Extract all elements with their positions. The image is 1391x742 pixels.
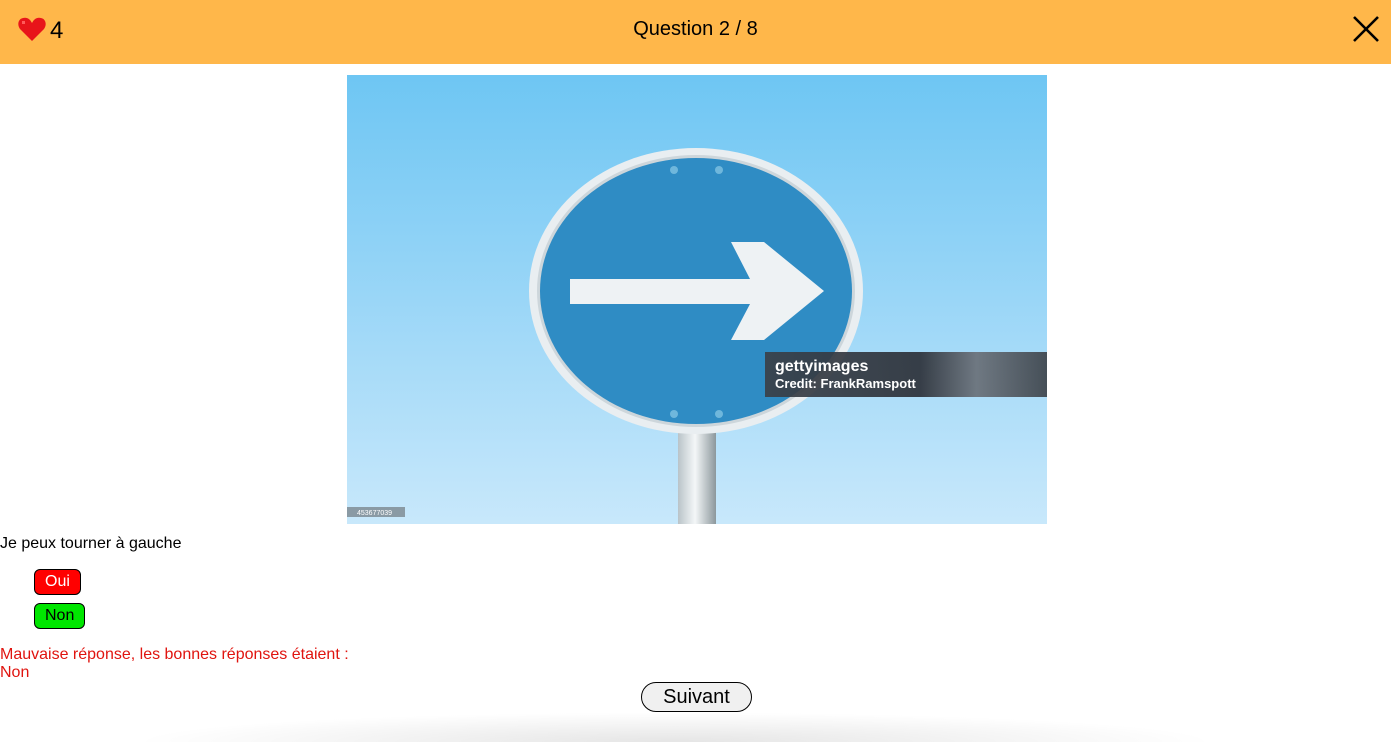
- question-text: Je peux tourner à gauche: [0, 535, 182, 552]
- feedback-correct-answer: Non: [0, 664, 30, 681]
- question-image: gettyimages Credit: FrankRamspott 453677…: [347, 75, 1047, 524]
- top-bar: 4 Question 2 / 8: [0, 0, 1391, 64]
- bottom-shadow: [130, 712, 1220, 742]
- watermark-credit: Credit: FrankRamspott: [775, 376, 917, 391]
- question-counter: Question 2 / 8: [633, 18, 758, 40]
- close-icon: [1353, 16, 1379, 42]
- stock-id: 453677039: [357, 510, 392, 517]
- feedback-text: Mauvaise réponse, les bonnes réponses ét…: [0, 646, 349, 663]
- feedback-message: Mauvaise réponse, les bonnes réponses ét…: [0, 646, 349, 682]
- watermark-brand: gettyimages: [775, 358, 868, 375]
- close-button[interactable]: [1351, 14, 1381, 44]
- answer-oui-button[interactable]: Oui: [34, 569, 81, 595]
- answer-non-button[interactable]: Non: [34, 603, 86, 629]
- next-button[interactable]: Suivant: [641, 682, 752, 712]
